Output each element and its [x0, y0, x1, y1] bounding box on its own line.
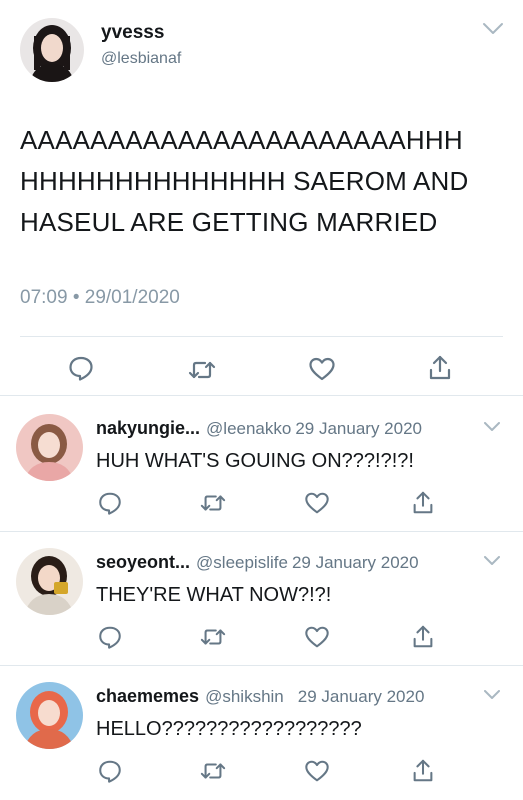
reply-tweet[interactable]: nakyungie... @leenakko 29 January 2020 HUH… — [0, 396, 523, 530]
heart-icon — [305, 492, 329, 514]
reply-button[interactable] — [97, 490, 123, 516]
chevron-down-icon[interactable] — [484, 556, 500, 566]
like-button[interactable] — [304, 758, 330, 784]
reply-header: chaememes @shikshin 29 January 2020 — [96, 686, 496, 707]
share-button[interactable] — [410, 490, 436, 516]
avatar[interactable] — [16, 682, 83, 749]
tweet-date: 29/01/2020 — [84, 287, 180, 308]
heart-icon — [305, 626, 329, 648]
reply-tweet[interactable]: seoyeont... @sleepislife 29 January 2020 T… — [0, 530, 523, 664]
reply-handle[interactable]: @sleepislife — [196, 553, 288, 572]
retweet-icon — [188, 361, 216, 379]
reply-button[interactable] — [97, 758, 123, 784]
reply-icon — [69, 356, 93, 381]
reply-date: 29 January 2020 — [297, 687, 425, 706]
reply-date: 29 January 2020 — [291, 553, 419, 572]
reply-button[interactable] — [97, 624, 123, 650]
retweet-button[interactable] — [200, 624, 226, 650]
main-tweet: yvesss @lesbianaf AAAAAAAAAAAAAAAAAAAAAA… — [0, 0, 523, 395]
share-icon — [413, 759, 433, 782]
reply-tweet[interactable]: chaememes @shikshin 29 January 2020 HELLO?… — [0, 664, 523, 798]
retweet-icon — [200, 763, 226, 779]
tweet-time: 07:09 — [20, 287, 68, 308]
reply-text: THEY'RE WHAT NOW?!?! — [96, 584, 332, 606]
like-button[interactable] — [308, 355, 336, 383]
share-icon — [413, 625, 433, 648]
heart-icon — [309, 357, 335, 381]
profile-photo — [16, 682, 83, 749]
profile-photo — [16, 548, 83, 615]
reply-icon — [99, 492, 121, 515]
avatar[interactable] — [16, 548, 83, 615]
avatar[interactable] — [16, 414, 83, 481]
reply-header: nakyungie... @leenakko 29 January 2020 — [96, 418, 496, 439]
like-button[interactable] — [304, 490, 330, 516]
reply-handle[interactable]: @leenakko — [206, 419, 291, 438]
chevron-down-icon[interactable] — [482, 22, 504, 36]
reply-text: HELLO?????????????????? — [96, 718, 362, 740]
reply-button[interactable] — [67, 354, 95, 382]
retweet-icon — [200, 495, 226, 511]
reply-display-name[interactable]: nakyungie... — [96, 418, 200, 438]
reply-icon — [99, 626, 121, 649]
profile-photo — [20, 18, 84, 82]
share-button[interactable] — [410, 624, 436, 650]
retweet-button[interactable] — [200, 490, 226, 516]
heart-icon — [305, 760, 329, 782]
display-name[interactable]: yvesss — [101, 22, 164, 44]
share-button[interactable] — [426, 354, 454, 382]
avatar[interactable] — [20, 18, 84, 82]
share-icon — [413, 491, 433, 514]
reply-header: seoyeont... @sleepislife 29 January 2020 — [96, 552, 496, 573]
tweet-text: AAAAAAAAAAAAAAAAAAAAAAHHH HHHHHHHHHHHHHH… — [20, 125, 469, 237]
tweet-actions — [0, 350, 523, 386]
share-icon — [429, 355, 451, 380]
meta-separator: • — [72, 287, 80, 308]
chevron-down-icon[interactable] — [484, 422, 500, 432]
reply-text: HUH WHAT'S GOUING ON???!?!?! — [96, 450, 414, 472]
divider — [20, 336, 503, 337]
reply-icon — [99, 760, 121, 783]
share-button[interactable] — [410, 758, 436, 784]
retweet-icon — [200, 629, 226, 645]
user-handle[interactable]: @lesbianaf — [101, 50, 181, 68]
retweet-button[interactable] — [200, 758, 226, 784]
reply-date: 29 January 2020 — [295, 419, 422, 438]
chevron-down-icon[interactable] — [484, 690, 500, 700]
retweet-button[interactable] — [188, 356, 216, 384]
like-button[interactable] — [304, 624, 330, 650]
reply-display-name[interactable]: chaememes — [96, 686, 199, 706]
profile-photo — [16, 414, 83, 481]
reply-handle[interactable]: @shikshin — [205, 687, 284, 706]
reply-display-name[interactable]: seoyeont... — [96, 552, 190, 572]
tweet-timestamp: 07:09 • 29/01/2020 — [20, 287, 180, 309]
